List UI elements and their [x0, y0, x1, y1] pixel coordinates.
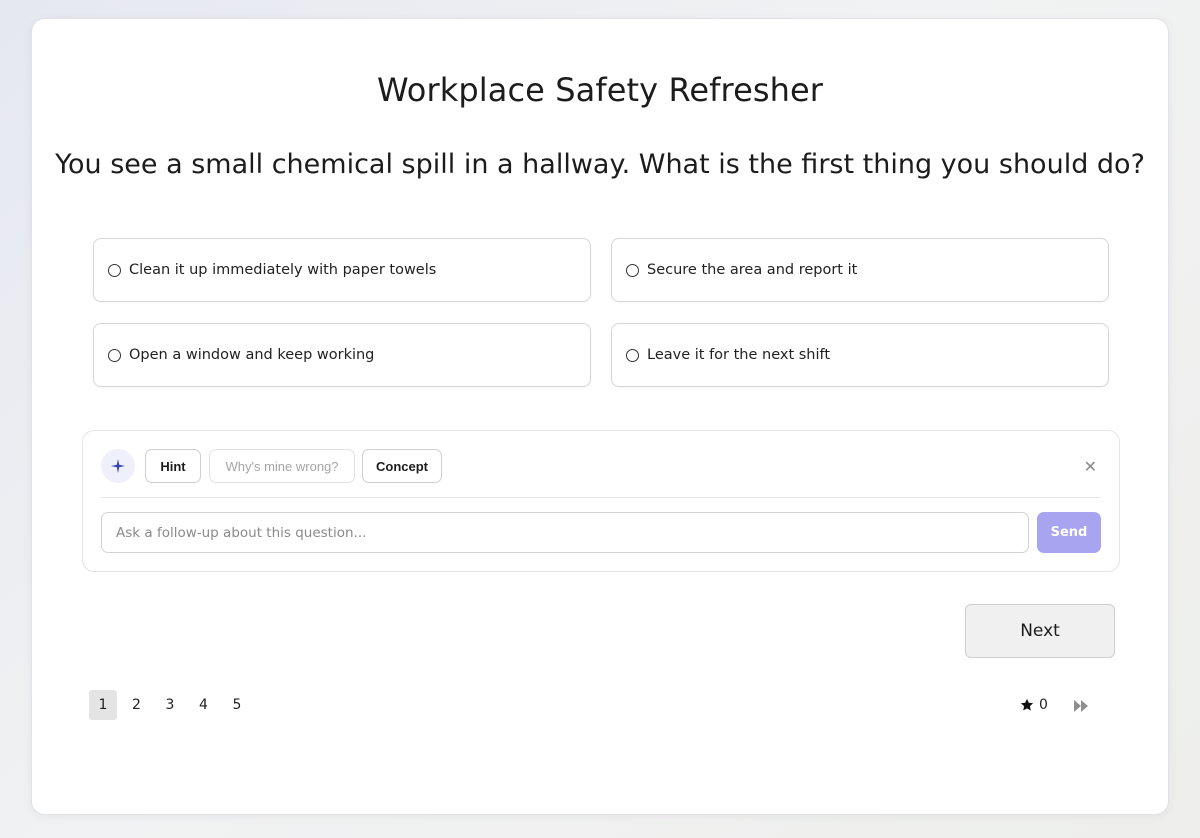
answer-option-3[interactable]: Open a window and keep working [93, 323, 591, 387]
question-text: You see a small chemical spill in a hall… [55, 149, 1145, 180]
send-button[interactable]: Send [1037, 512, 1101, 553]
hint-button[interactable]: Hint [145, 449, 201, 483]
follow-up-input[interactable] [101, 512, 1029, 553]
close-icon[interactable]: ✕ [1084, 457, 1097, 476]
radio-icon[interactable] [108, 263, 121, 277]
page-1-button[interactable]: 1 [89, 690, 117, 720]
page-5-button[interactable]: 5 [223, 690, 251, 720]
sparkle-icon [101, 449, 135, 483]
ai-assistant-panel: Hint Why's mine wrong? Concept ✕ Send [82, 430, 1120, 572]
answer-option-2[interactable]: Secure the area and report it [611, 238, 1109, 302]
quiz-card: Workplace Safety Refresher You see a sma… [31, 18, 1169, 815]
answer-option-label: Leave it for the next shift [647, 347, 831, 363]
page-3-button[interactable]: 3 [156, 690, 184, 720]
quiz-title: Workplace Safety Refresher [376, 71, 824, 109]
answer-option-label: Secure the area and report it [647, 262, 858, 278]
answer-option-1[interactable]: Clean it up immediately with paper towel… [93, 238, 591, 302]
page-4-button[interactable]: 4 [190, 690, 218, 720]
answer-option-4[interactable]: Leave it for the next shift [611, 323, 1109, 387]
question-pager: 1 2 3 4 5 [89, 690, 257, 720]
sparkle-icon-glyph [111, 459, 125, 473]
radio-icon[interactable] [626, 263, 639, 277]
why-wrong-button[interactable]: Why's mine wrong? [209, 449, 355, 483]
radio-icon[interactable] [108, 348, 121, 362]
fast-forward-icon-glyph [1074, 700, 1088, 712]
answer-option-label: Open a window and keep working [129, 347, 375, 363]
star-count: 0 [1039, 697, 1048, 713]
panel-divider [101, 497, 1101, 498]
next-button[interactable]: Next [965, 604, 1115, 658]
star-counter: 0 [1020, 697, 1048, 713]
answer-option-label: Clean it up immediately with paper towel… [129, 262, 437, 278]
star-icon [1020, 698, 1034, 711]
fast-forward-icon[interactable] [1073, 698, 1089, 717]
page-2-button[interactable]: 2 [123, 690, 151, 720]
radio-icon[interactable] [626, 348, 639, 362]
concept-button[interactable]: Concept [362, 449, 442, 483]
